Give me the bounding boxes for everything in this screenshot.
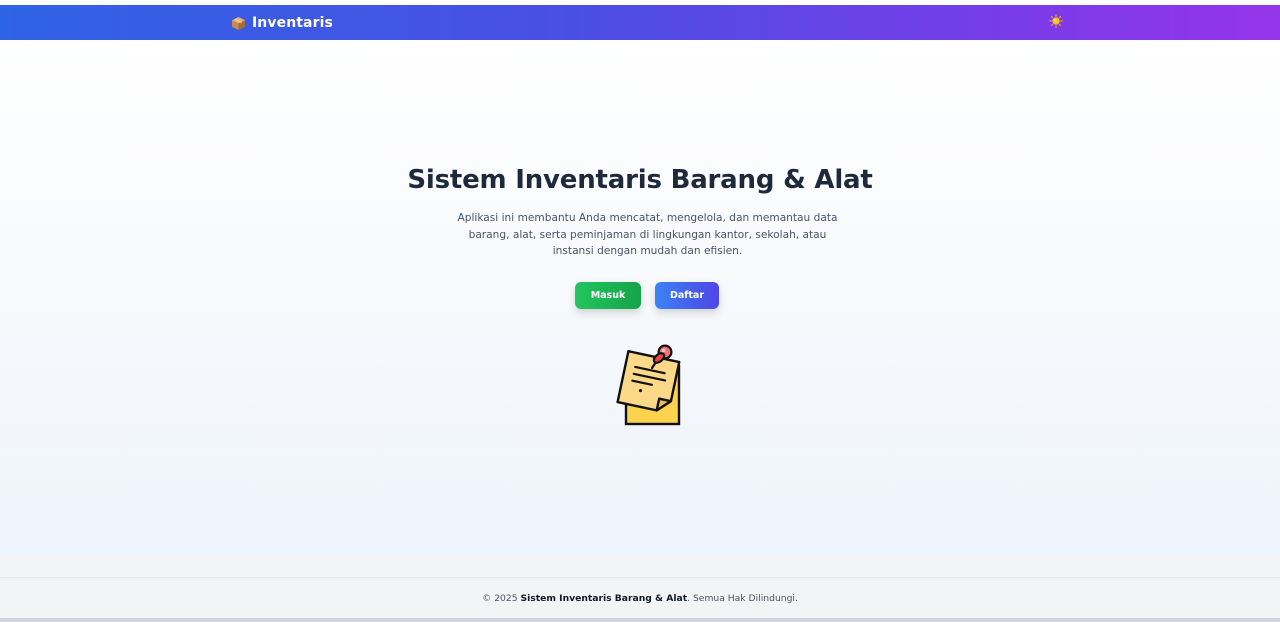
copyright-prefix: © 2025 [482, 593, 521, 604]
sun-icon [1048, 13, 1063, 32]
description-line: Aplikasi ini membantu Anda mencatat, men… [457, 212, 838, 224]
brand-title: Inventaris [252, 15, 333, 31]
description-line: instansi dengan mudah dan efisien. [552, 245, 743, 257]
pinned-memo-icon [612, 344, 684, 428]
copyright-suffix: . Semua Hak Dilindungi. [687, 593, 798, 604]
footer-divider [0, 577, 1280, 578]
footer-bottom-border [0, 618, 1280, 622]
package-box-icon [231, 16, 246, 31]
footer: © 2025 Sistem Inventaris Barang & Alat. … [0, 556, 1280, 622]
brand-link[interactable]: Inventaris [231, 13, 333, 33]
copyright-app-name: Sistem Inventaris Barang & Alat [520, 593, 688, 604]
theme-toggle-button[interactable] [1048, 13, 1063, 32]
hero-description: Aplikasi ini membantu Anda mencatat, men… [455, 210, 840, 260]
page-title: Sistem Inventaris Barang & Alat [407, 165, 873, 195]
navbar: Inventaris [0, 5, 1280, 40]
register-button[interactable]: Daftar [655, 282, 719, 309]
login-button[interactable]: Masuk [575, 282, 641, 309]
description-line: barang, alat, serta peminjaman di lingku… [468, 228, 827, 241]
copyright-text: © 2025 Sistem Inventaris Barang & Alat. … [0, 593, 1280, 604]
hero-section: Sistem Inventaris Barang & Alat Aplikasi… [0, 40, 1280, 556]
